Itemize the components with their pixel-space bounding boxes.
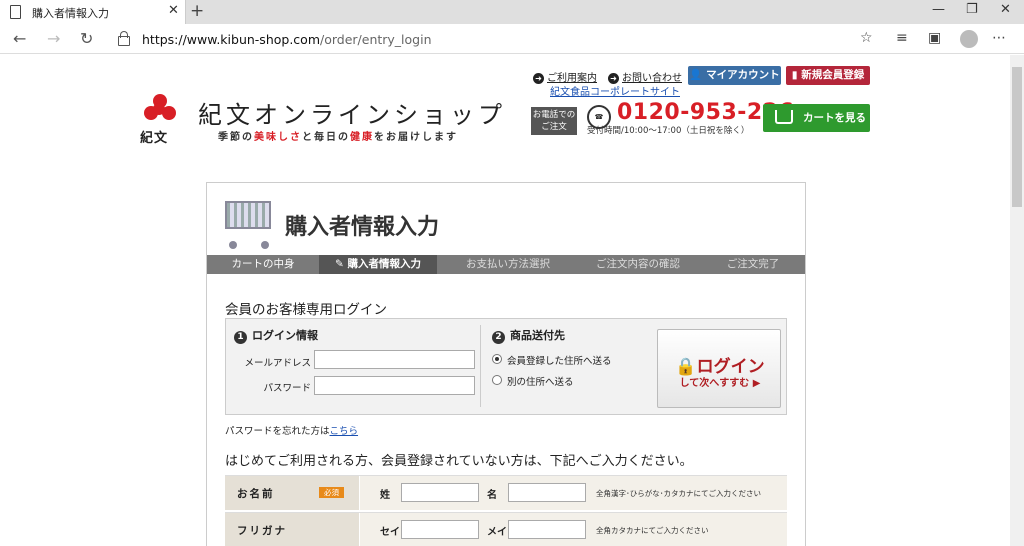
address-bar-row: ← → ↻ https://www.kibun-shop.com/order/e… [0,24,1024,54]
sei-kana-label: セイ [380,527,400,538]
member-login-box: 1 ログイン情報 メールアドレス パスワード 2 商品送付先 会員登録した住所へ送る… [225,318,787,415]
refresh-icon[interactable]: ↻ [80,29,93,48]
step-cart: カートの中身 [231,258,295,270]
favorite-star-icon[interactable]: ☆ [860,30,873,46]
password-field[interactable] [314,376,475,395]
register-button[interactable]: ▮ 新規会員登録 [786,66,870,85]
url-domain: https://www.kibun-shop.com [142,32,320,47]
view-cart-button[interactable]: カートを見る [763,104,870,132]
kibun-logo-icon[interactable] [142,93,178,129]
furigana-row: フリガナ セイ メイ 全角カタカナにてご入力ください [225,512,787,546]
step-buyer-info: ✎ 購入者情報入力 [319,255,437,274]
shipping-heading: 2 商品送付先 [492,327,565,344]
collections-icon[interactable]: ▣ [928,30,941,46]
last-name-field[interactable] [401,483,479,502]
minimize-icon[interactable]: — [932,2,945,17]
new-tab-button[interactable]: + [190,1,204,21]
logo-text: 紀文 [140,131,169,146]
furigana-note: 全角カタカナにてご入力ください [596,526,709,535]
guest-heading: はじめてご利用される方、会員登録されていない方は、下記へご入力ください。 [225,454,693,469]
page-viewport: 紀文 紀文オンラインショップ 季節の美味しさと毎日の健康をお届けします ➜ ご利用… [0,55,1010,546]
browser-tab[interactable]: 購入者情報入力 ✕ [0,0,186,24]
mei-label: 名 [487,490,497,501]
browser-tab-strip: 購入者情報入力 ✕ + — ❐ ✕ [0,0,1024,24]
last-name-kana-field[interactable] [401,520,479,539]
page-scrollbar[interactable] [1010,55,1024,546]
page-icon [10,5,21,19]
favorites-list-icon[interactable]: ≡ [896,30,908,46]
forgot-password: パスワードを忘れた方はこちら [225,426,359,437]
scroll-thumb[interactable] [1012,67,1022,207]
order-panel: 購入者情報入力 カートの中身 ✎ 購入者情報入力 お支払い方法選択 ご注文内容の… [206,182,806,546]
forward-icon[interactable]: → [47,29,60,48]
sei-label: 姓 [380,490,390,501]
contact-link[interactable]: ➜ お問い合わせ [608,69,682,84]
name-label: お名前 [237,488,275,500]
email-field[interactable] [314,350,475,369]
login-button-sublabel: して次へすすむ ▶ [679,378,761,389]
cart-icon [775,110,793,124]
step-complete: ご注文完了 [726,258,780,270]
password-label: パスワード [263,383,311,394]
required-badge: 必須 [319,487,344,498]
page-title: 購入者情報入力 [285,215,440,240]
login-info-heading: 1 ログイン情報 [234,327,318,344]
tagline: 季節の美味しさと毎日の健康をお届けします [218,132,458,143]
mei-kana-label: メイ [487,527,507,538]
forgot-password-link[interactable]: こちら [330,426,359,437]
close-window-icon[interactable]: ✕ [1000,2,1011,17]
lock-icon [118,31,130,46]
step-confirm: ご注文内容の確認 [596,258,680,270]
shop-name[interactable]: 紀文オンラインショップ [198,95,506,130]
ship-member-address-radio[interactable] [492,354,502,364]
restore-icon[interactable]: ❐ [966,2,978,17]
phone-hours: 受付時間/10:00〜17:00（土日祝を除く） [587,126,750,136]
member-login-title: 会員のお客様専用ログイン [225,302,387,318]
first-name-field[interactable] [508,483,586,502]
phone-order-label: お電話での ご注文 [531,107,577,135]
url-bar[interactable]: https://www.kibun-shop.com/order/entry_l… [110,27,880,51]
divider [480,325,481,407]
shopping-cart-icon [219,191,277,249]
corporate-site-link[interactable]: 紀文食品コーポレートサイト [550,83,680,98]
first-name-kana-field[interactable] [508,520,586,539]
arrow-right-icon: ➜ [533,73,544,84]
profile-avatar[interactable] [960,30,978,48]
login-next-button[interactable]: 🔒ログイン して次へすすむ ▶ [657,329,781,408]
ship-other-address-radio[interactable] [492,375,502,385]
email-label: メールアドレス [244,358,311,369]
back-icon[interactable]: ← [13,29,26,48]
step-payment: お支払い方法選択 [466,258,550,270]
name-note: 全角漢字･ひらがな･カタカナにてご入力ください [596,489,761,498]
close-tab-icon[interactable]: ✕ [168,3,179,18]
name-row: お名前 必須 姓 名 全角漢字･ひらがな･カタカナにてご入力ください [225,475,787,510]
furigana-label: フリガナ [237,525,287,537]
my-account-button[interactable]: 👤 マイアカウント [688,66,781,85]
more-menu-icon[interactable]: ⋯ [992,30,1006,46]
order-steps: カートの中身 ✎ 購入者情報入力 お支払い方法選択 ご注文内容の確認 ご注文完了 [207,255,805,274]
url-path: /order/entry_login [320,32,432,47]
ship-member-address-label[interactable]: 会員登録した住所へ送る [507,353,612,367]
guide-link[interactable]: ➜ ご利用案内 [533,69,597,84]
tab-title: 購入者情報入力 [32,7,109,20]
ship-other-address-label[interactable]: 別の住所へ送る [507,374,574,388]
